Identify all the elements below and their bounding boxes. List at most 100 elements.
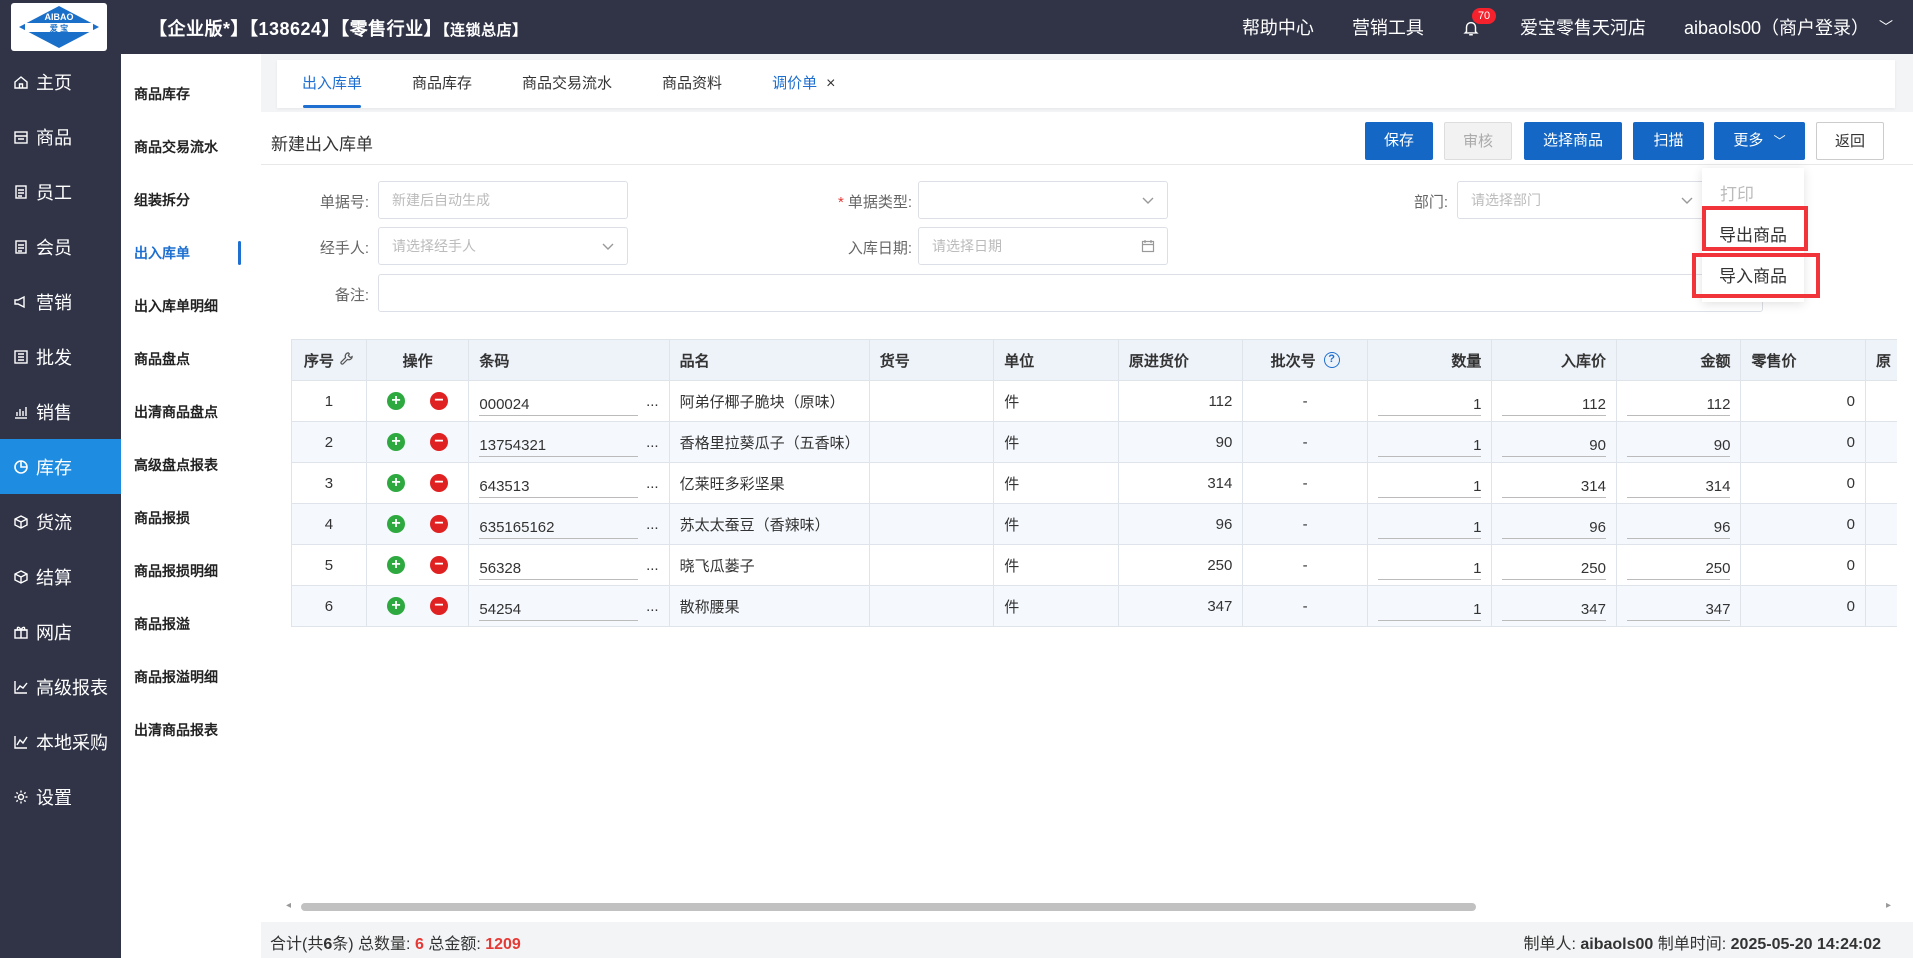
nav-item-webstore[interactable]: 网店 [0, 604, 121, 659]
tab-stock-io[interactable]: 出入库单 [277, 60, 387, 108]
add-row-icon[interactable]: + [387, 392, 406, 410]
scrollbar-thumb[interactable] [301, 903, 1476, 911]
in-price-input[interactable]: 90 [1502, 427, 1606, 457]
add-row-icon[interactable]: + [387, 433, 406, 451]
add-row-icon[interactable]: + [387, 556, 406, 574]
remark-input[interactable] [378, 274, 1763, 312]
nav-item-member[interactable]: 会员 [0, 219, 121, 274]
remove-row-icon[interactable]: − [430, 556, 449, 574]
date-picker[interactable]: 请选择日期 [918, 227, 1168, 265]
nav-item-wholesale[interactable]: 批发 [0, 329, 121, 384]
ellipsis-icon[interactable]: ... [646, 393, 659, 410]
subnav-item-stock[interactable]: 商品库存 [121, 67, 261, 120]
in-price-input[interactable]: 250 [1502, 550, 1606, 580]
amount-input[interactable]: 347 [1626, 591, 1731, 621]
save-button[interactable]: 保存 [1365, 122, 1433, 160]
notification-bell-icon[interactable]: 70 [1462, 8, 1497, 38]
scroll-right-arrow-icon[interactable]: ▸ [1886, 900, 1891, 911]
more-button[interactable]: 更多 ﹀ [1714, 122, 1805, 160]
nav-item-settings[interactable]: 设置 [0, 769, 121, 824]
nav-item-marketing[interactable]: 营销 [0, 274, 121, 329]
horizontal-scrollbar[interactable]: ◂ ▸ [286, 900, 1891, 914]
add-row-icon[interactable]: + [387, 474, 406, 492]
in-price-input[interactable]: 112 [1502, 386, 1606, 416]
scroll-left-arrow-icon[interactable]: ◂ [286, 900, 291, 911]
qty-input[interactable]: 1 [1377, 591, 1482, 621]
amount-input[interactable]: 90 [1626, 427, 1731, 457]
barcode-input[interactable]: 56328 [479, 550, 639, 580]
doc-no-field[interactable]: 新建后自动生成 [378, 181, 628, 219]
dept-select[interactable]: 请选择部门 [1457, 181, 1707, 219]
select-goods-button[interactable]: 选择商品 [1524, 122, 1622, 160]
qty-input[interactable]: 1 [1377, 386, 1482, 416]
ellipsis-icon[interactable]: ... [646, 598, 659, 615]
amount-input[interactable]: 314 [1626, 468, 1731, 498]
ellipsis-icon[interactable]: ... [646, 434, 659, 451]
nav-item-logistics[interactable]: 货流 [0, 494, 121, 549]
back-button[interactable]: 返回 [1816, 122, 1884, 160]
ellipsis-icon[interactable]: ... [646, 557, 659, 574]
qty-input[interactable]: 1 [1377, 509, 1482, 539]
amount-input[interactable]: 250 [1626, 550, 1731, 580]
barcode-input[interactable]: 13754321 [479, 427, 639, 457]
scan-button[interactable]: 扫描 [1633, 122, 1704, 160]
qty-input[interactable]: 1 [1377, 427, 1482, 457]
in-price-input[interactable]: 347 [1502, 591, 1606, 621]
barcode-input[interactable]: 54254 [479, 591, 639, 621]
in-price-input[interactable]: 96 [1502, 509, 1606, 539]
nav-item-goods[interactable]: 商品 [0, 109, 121, 164]
nav-item-inventory[interactable]: 库存 [0, 439, 121, 494]
barcode-input[interactable]: 635165162 [479, 509, 639, 539]
tab-transactions[interactable]: 商品交易流水 [497, 60, 637, 108]
wrench-icon[interactable] [339, 351, 354, 370]
subnav-item-stocktake[interactable]: 商品盘点 [121, 332, 261, 385]
subnav-item-stock-io-detail[interactable]: 出入库单明细 [121, 279, 261, 332]
help-center-link[interactable]: 帮助中心 [1242, 14, 1314, 40]
subnav-item-loss[interactable]: 商品报损 [121, 491, 261, 544]
remove-row-icon[interactable]: − [430, 515, 449, 533]
qty-input[interactable]: 1 [1377, 468, 1482, 498]
in-price-input[interactable]: 314 [1502, 468, 1606, 498]
amount-input[interactable]: 112 [1626, 386, 1731, 416]
tab-goods-info[interactable]: 商品资料 [637, 60, 747, 108]
menu-item-print[interactable]: 打印 [1686, 180, 1788, 205]
remove-row-icon[interactable]: − [430, 474, 449, 492]
user-menu[interactable]: aibaols00（商户登录） ﹀ [1684, 14, 1893, 40]
subnav-item-advanced-stocktake-report[interactable]: 高级盘点报表 [121, 438, 261, 491]
subnav-item-clearance-report[interactable]: 出清商品报表 [121, 703, 261, 756]
doc-type-select[interactable] [918, 181, 1168, 219]
remove-row-icon[interactable]: − [430, 433, 449, 451]
subnav-item-loss-detail[interactable]: 商品报损明细 [121, 544, 261, 597]
subnav-item-overflow[interactable]: 商品报溢 [121, 597, 261, 650]
remove-row-icon[interactable]: − [430, 597, 449, 615]
qty-input[interactable]: 1 [1377, 550, 1482, 580]
tab-price-adjust[interactable]: 调价单 × [747, 60, 860, 108]
amount-input[interactable]: 96 [1626, 509, 1731, 539]
ellipsis-icon[interactable]: ... [646, 516, 659, 533]
tab-stock[interactable]: 商品库存 [387, 60, 497, 108]
nav-item-sales[interactable]: 销售 [0, 384, 121, 439]
subnav-item-overflow-detail[interactable]: 商品报溢明细 [121, 650, 261, 703]
nav-item-staff[interactable]: 员工 [0, 164, 121, 219]
barcode-input[interactable]: 000024 [479, 386, 639, 416]
marketing-tools-link[interactable]: 营销工具 [1352, 14, 1424, 40]
nav-item-home[interactable]: 主页 [0, 54, 121, 109]
aibao-logo[interactable]: AIBAO 爱 宝 [11, 3, 107, 51]
subnav-item-clearance-stocktake[interactable]: 出清商品盘点 [121, 385, 261, 438]
subnav-item-transactions[interactable]: 商品交易流水 [121, 120, 261, 173]
add-row-icon[interactable]: + [387, 515, 406, 533]
audit-button[interactable]: 审核 [1444, 122, 1512, 160]
nav-item-settlement[interactable]: 结算 [0, 549, 121, 604]
nav-item-local-purchase[interactable]: 本地采购 [0, 714, 121, 769]
remove-row-icon[interactable]: − [430, 392, 449, 410]
help-icon[interactable]: ? [1323, 352, 1340, 368]
store-selector[interactable]: 爱宝零售天河店 [1520, 14, 1646, 40]
add-row-icon[interactable]: + [387, 597, 406, 615]
subnav-item-assembly[interactable]: 组装拆分 [121, 173, 261, 226]
barcode-input[interactable]: 643513 [479, 468, 639, 498]
subnav-item-stock-io[interactable]: 出入库单 [121, 226, 261, 279]
handler-select[interactable]: 请选择经手人 [378, 227, 628, 265]
close-icon[interactable]: × [826, 75, 835, 92]
nav-item-advanced-report[interactable]: 高级报表 [0, 659, 121, 714]
ellipsis-icon[interactable]: ... [646, 475, 659, 492]
